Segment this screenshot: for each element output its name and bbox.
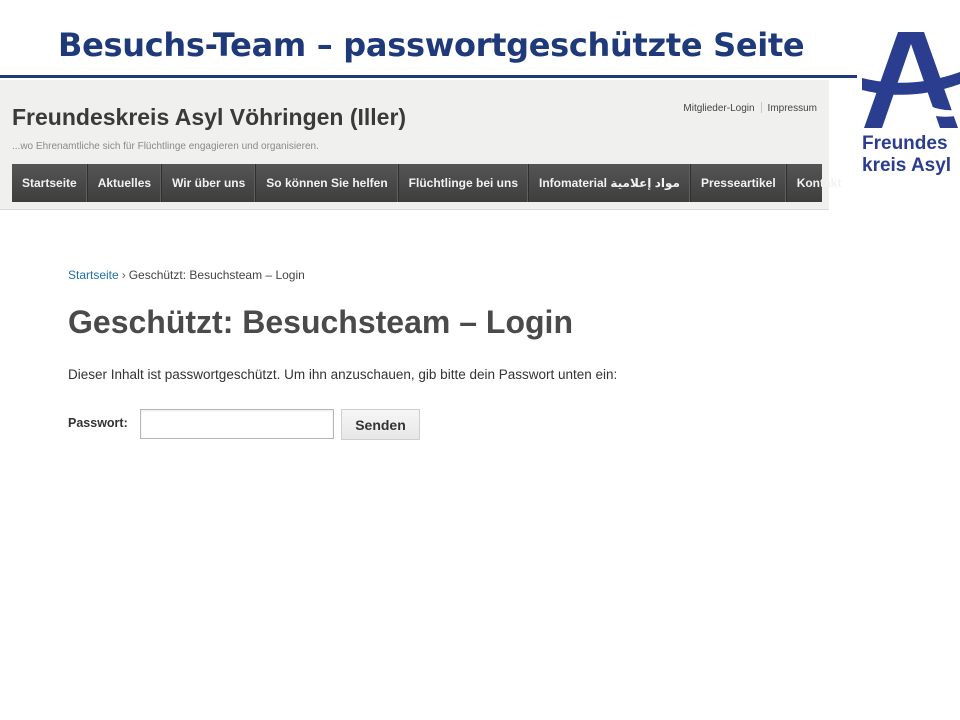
nav-item-aktuelles[interactable]: Aktuelles xyxy=(88,164,163,202)
breadcrumb-home-link[interactable]: Startseite xyxy=(68,268,119,282)
logo-a-icon xyxy=(862,32,960,128)
member-login-link[interactable]: Mitglieder-Login xyxy=(683,103,754,114)
logo-text: Freundes kreis Asyl xyxy=(862,133,960,177)
password-instructions: Dieser Inhalt ist passwortgeschützt. Um … xyxy=(68,367,618,382)
password-input[interactable] xyxy=(140,409,334,439)
logo-line-1: Freundes xyxy=(862,133,948,154)
logo-line-2: kreis Asyl xyxy=(862,155,952,176)
nav-item-infomaterial[interactable]: Infomaterial مواد إعلامية xyxy=(529,164,691,202)
submit-button[interactable]: Senden xyxy=(341,409,420,440)
nav-item-startseite[interactable]: Startseite xyxy=(12,164,88,202)
top-links-divider xyxy=(760,102,762,113)
breadcrumb: Startseite › Geschützt: Besuchsteam – Logi… xyxy=(68,268,305,282)
password-label: Passwort: xyxy=(68,416,128,430)
main-nav: Startseite Aktuelles Wir über uns So kön… xyxy=(12,164,841,202)
nav-item-kontakt[interactable]: Kontakt xyxy=(787,164,852,202)
freundeskreis-asyl-logo: Freundes kreis Asyl xyxy=(860,32,960,182)
nav-item-so-koennen-sie-helfen[interactable]: So können Sie helfen xyxy=(256,164,399,202)
impressum-link[interactable]: Impressum xyxy=(768,103,817,114)
nav-item-wir-ueber-uns[interactable]: Wir über uns xyxy=(162,164,257,202)
page-title: Geschützt: Besuchsteam – Login xyxy=(68,304,573,340)
nav-item-presseartikel[interactable]: Presseartikel xyxy=(691,164,787,202)
site-tagline: ...wo Ehrenamtliche sich für Flüchtlinge… xyxy=(12,141,319,152)
site-name[interactable]: Freundeskreis Asyl Vöhringen (Iller) xyxy=(12,104,406,131)
slide-title: Besuchs-Team – passwortgeschützte Seite xyxy=(58,26,805,64)
website-header: Freundeskreis Asyl Vöhringen (Iller) ...… xyxy=(0,80,841,210)
breadcrumb-current: Geschützt: Besuchsteam – Login xyxy=(128,268,305,282)
top-links: Mitglieder-Login Impressum xyxy=(683,102,817,114)
breadcrumb-separator: › xyxy=(121,268,126,282)
nav-item-fluechtlinge-bei-uns[interactable]: Flüchtlinge bei uns xyxy=(399,164,529,202)
title-divider xyxy=(0,75,857,78)
